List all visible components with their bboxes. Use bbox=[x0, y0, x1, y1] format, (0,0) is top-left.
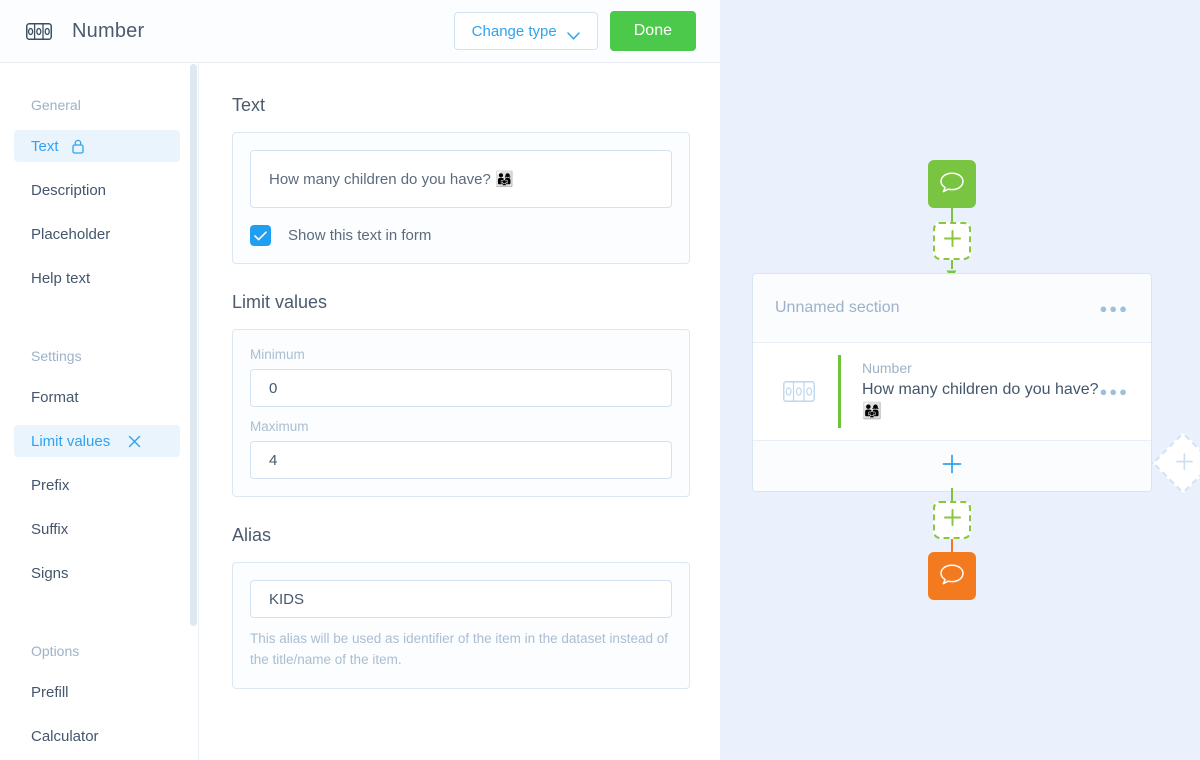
speech-bubble-icon bbox=[939, 562, 965, 591]
flow-preview-panel: Unnamed section ●●● Number How many chil… bbox=[720, 0, 1200, 760]
section-item-row[interactable]: Number How many children do you have? 👨‍… bbox=[753, 343, 1151, 441]
item-title-label: How many children do you have? 👨‍👩‍👧 bbox=[862, 381, 1099, 420]
alias-section-title: Alias bbox=[232, 525, 272, 545]
number-field-icon bbox=[783, 381, 815, 402]
sidebar-group-settings: Settings bbox=[31, 348, 82, 364]
settings-sidebar: General Text Description Placeholder Hel… bbox=[0, 63, 199, 760]
limit-values-section-title: Limit values bbox=[232, 292, 328, 312]
change-type-label: Change type bbox=[471, 22, 557, 40]
maximum-input[interactable]: 4 bbox=[250, 441, 672, 479]
sidebar-item-label: Suffix bbox=[31, 520, 69, 538]
plus-icon bbox=[943, 229, 962, 253]
alias-input[interactable]: KIDS bbox=[250, 580, 672, 618]
sidebar-scrollbar-thumb[interactable] bbox=[190, 64, 197, 626]
question-text-input[interactable]: How many children do you have? 👨‍👩‍👧 bbox=[250, 150, 672, 208]
minimum-input[interactable]: 0 bbox=[250, 369, 672, 407]
sidebar-item-label: Description bbox=[31, 181, 107, 199]
sidebar-item-prefix[interactable]: Prefix bbox=[14, 469, 180, 501]
sidebar-item-text[interactable]: Text bbox=[14, 130, 180, 162]
page-title: Number bbox=[72, 19, 145, 42]
number-field-icon bbox=[26, 22, 52, 40]
flow-start-node[interactable] bbox=[928, 160, 976, 208]
alias-section-card: KIDS This alias will be used as identifi… bbox=[232, 562, 690, 689]
show-text-row: Show this text in form bbox=[250, 225, 672, 246]
editor-app: Number Change type Done General Text Des… bbox=[0, 0, 1200, 760]
sidebar-item-label: Calculator bbox=[31, 727, 99, 745]
plus-icon bbox=[1169, 449, 1198, 478]
more-options-icon[interactable]: ●●● bbox=[1099, 301, 1129, 316]
speech-bubble-icon bbox=[939, 170, 965, 199]
add-item-button[interactable] bbox=[753, 441, 1151, 491]
sidebar-item-signs[interactable]: Signs bbox=[14, 557, 180, 589]
lock-icon bbox=[71, 139, 85, 154]
show-text-checkbox[interactable] bbox=[250, 225, 271, 246]
editor-panel: Number Change type Done General Text Des… bbox=[0, 0, 720, 760]
sidebar-item-label: Prefill bbox=[31, 683, 69, 701]
sidebar-item-label: Format bbox=[31, 388, 79, 406]
sidebar-item-label: Signs bbox=[31, 564, 69, 582]
sidebar-item-label: Limit values bbox=[31, 432, 111, 450]
sidebar-item-label: Placeholder bbox=[31, 225, 111, 243]
maximum-field-group: Maximum 4 bbox=[250, 419, 672, 479]
sidebar-item-description[interactable]: Description bbox=[14, 174, 180, 206]
item-accent-bar bbox=[838, 355, 841, 428]
section-name[interactable]: Unnamed section bbox=[775, 299, 900, 317]
sidebar-group-options: Options bbox=[31, 643, 80, 659]
section-item-text: Number How many children do you have? 👨‍… bbox=[862, 360, 1099, 422]
text-section-card: How many children do you have? 👨‍👩‍👧 Sho… bbox=[232, 132, 690, 264]
sidebar-item-format[interactable]: Format bbox=[14, 381, 180, 413]
plus-icon bbox=[943, 508, 962, 532]
topbar-actions: Change type Done bbox=[453, 11, 696, 51]
flow-connector-end bbox=[951, 539, 953, 552]
chevron-down-icon bbox=[567, 27, 580, 40]
section-header: Unnamed section ●●● bbox=[753, 274, 1151, 343]
item-kind-label: Number bbox=[862, 360, 912, 377]
branch-add-button[interactable] bbox=[1151, 431, 1200, 495]
sidebar-group-general: General bbox=[31, 97, 81, 113]
limit-values-section-card: Minimum 0 Maximum 4 bbox=[232, 329, 690, 497]
sidebar-item-limit-values[interactable]: Limit values bbox=[14, 425, 180, 457]
flow-add-node-bottom[interactable] bbox=[933, 501, 971, 539]
topbar: Number Change type Done bbox=[0, 0, 720, 63]
done-button[interactable]: Done bbox=[609, 11, 696, 51]
sidebar-item-label: Prefix bbox=[31, 476, 70, 494]
flow-end-node[interactable] bbox=[928, 552, 976, 600]
sidebar-item-label: Text bbox=[31, 137, 59, 155]
change-type-button[interactable]: Change type bbox=[453, 12, 598, 50]
section-card: Unnamed section ●●● Number How many chil… bbox=[752, 273, 1152, 492]
maximum-label: Maximum bbox=[250, 419, 309, 434]
sidebar-item-help-text[interactable]: Help text bbox=[14, 262, 180, 294]
close-icon[interactable] bbox=[128, 435, 141, 448]
minimum-field-group: Minimum 0 bbox=[250, 347, 672, 407]
minimum-label: Minimum bbox=[250, 347, 305, 362]
sidebar-item-label: Help text bbox=[31, 269, 91, 287]
sidebar-item-suffix[interactable]: Suffix bbox=[14, 513, 180, 545]
text-section-title: Text bbox=[232, 95, 266, 115]
sidebar-item-calculator[interactable]: Calculator bbox=[14, 720, 180, 752]
show-text-label: Show this text in form bbox=[288, 227, 432, 244]
alias-hint: This alias will be used as identifier of… bbox=[250, 631, 668, 667]
sidebar-item-prefill[interactable]: Prefill bbox=[14, 676, 180, 708]
plus-icon bbox=[942, 454, 962, 479]
settings-content: Text How many children do you have? 👨‍👩‍… bbox=[200, 63, 720, 760]
flow-add-node-top[interactable] bbox=[933, 222, 971, 260]
sidebar-item-placeholder[interactable]: Placeholder bbox=[14, 218, 180, 250]
more-options-icon[interactable]: ●●● bbox=[1099, 384, 1129, 399]
